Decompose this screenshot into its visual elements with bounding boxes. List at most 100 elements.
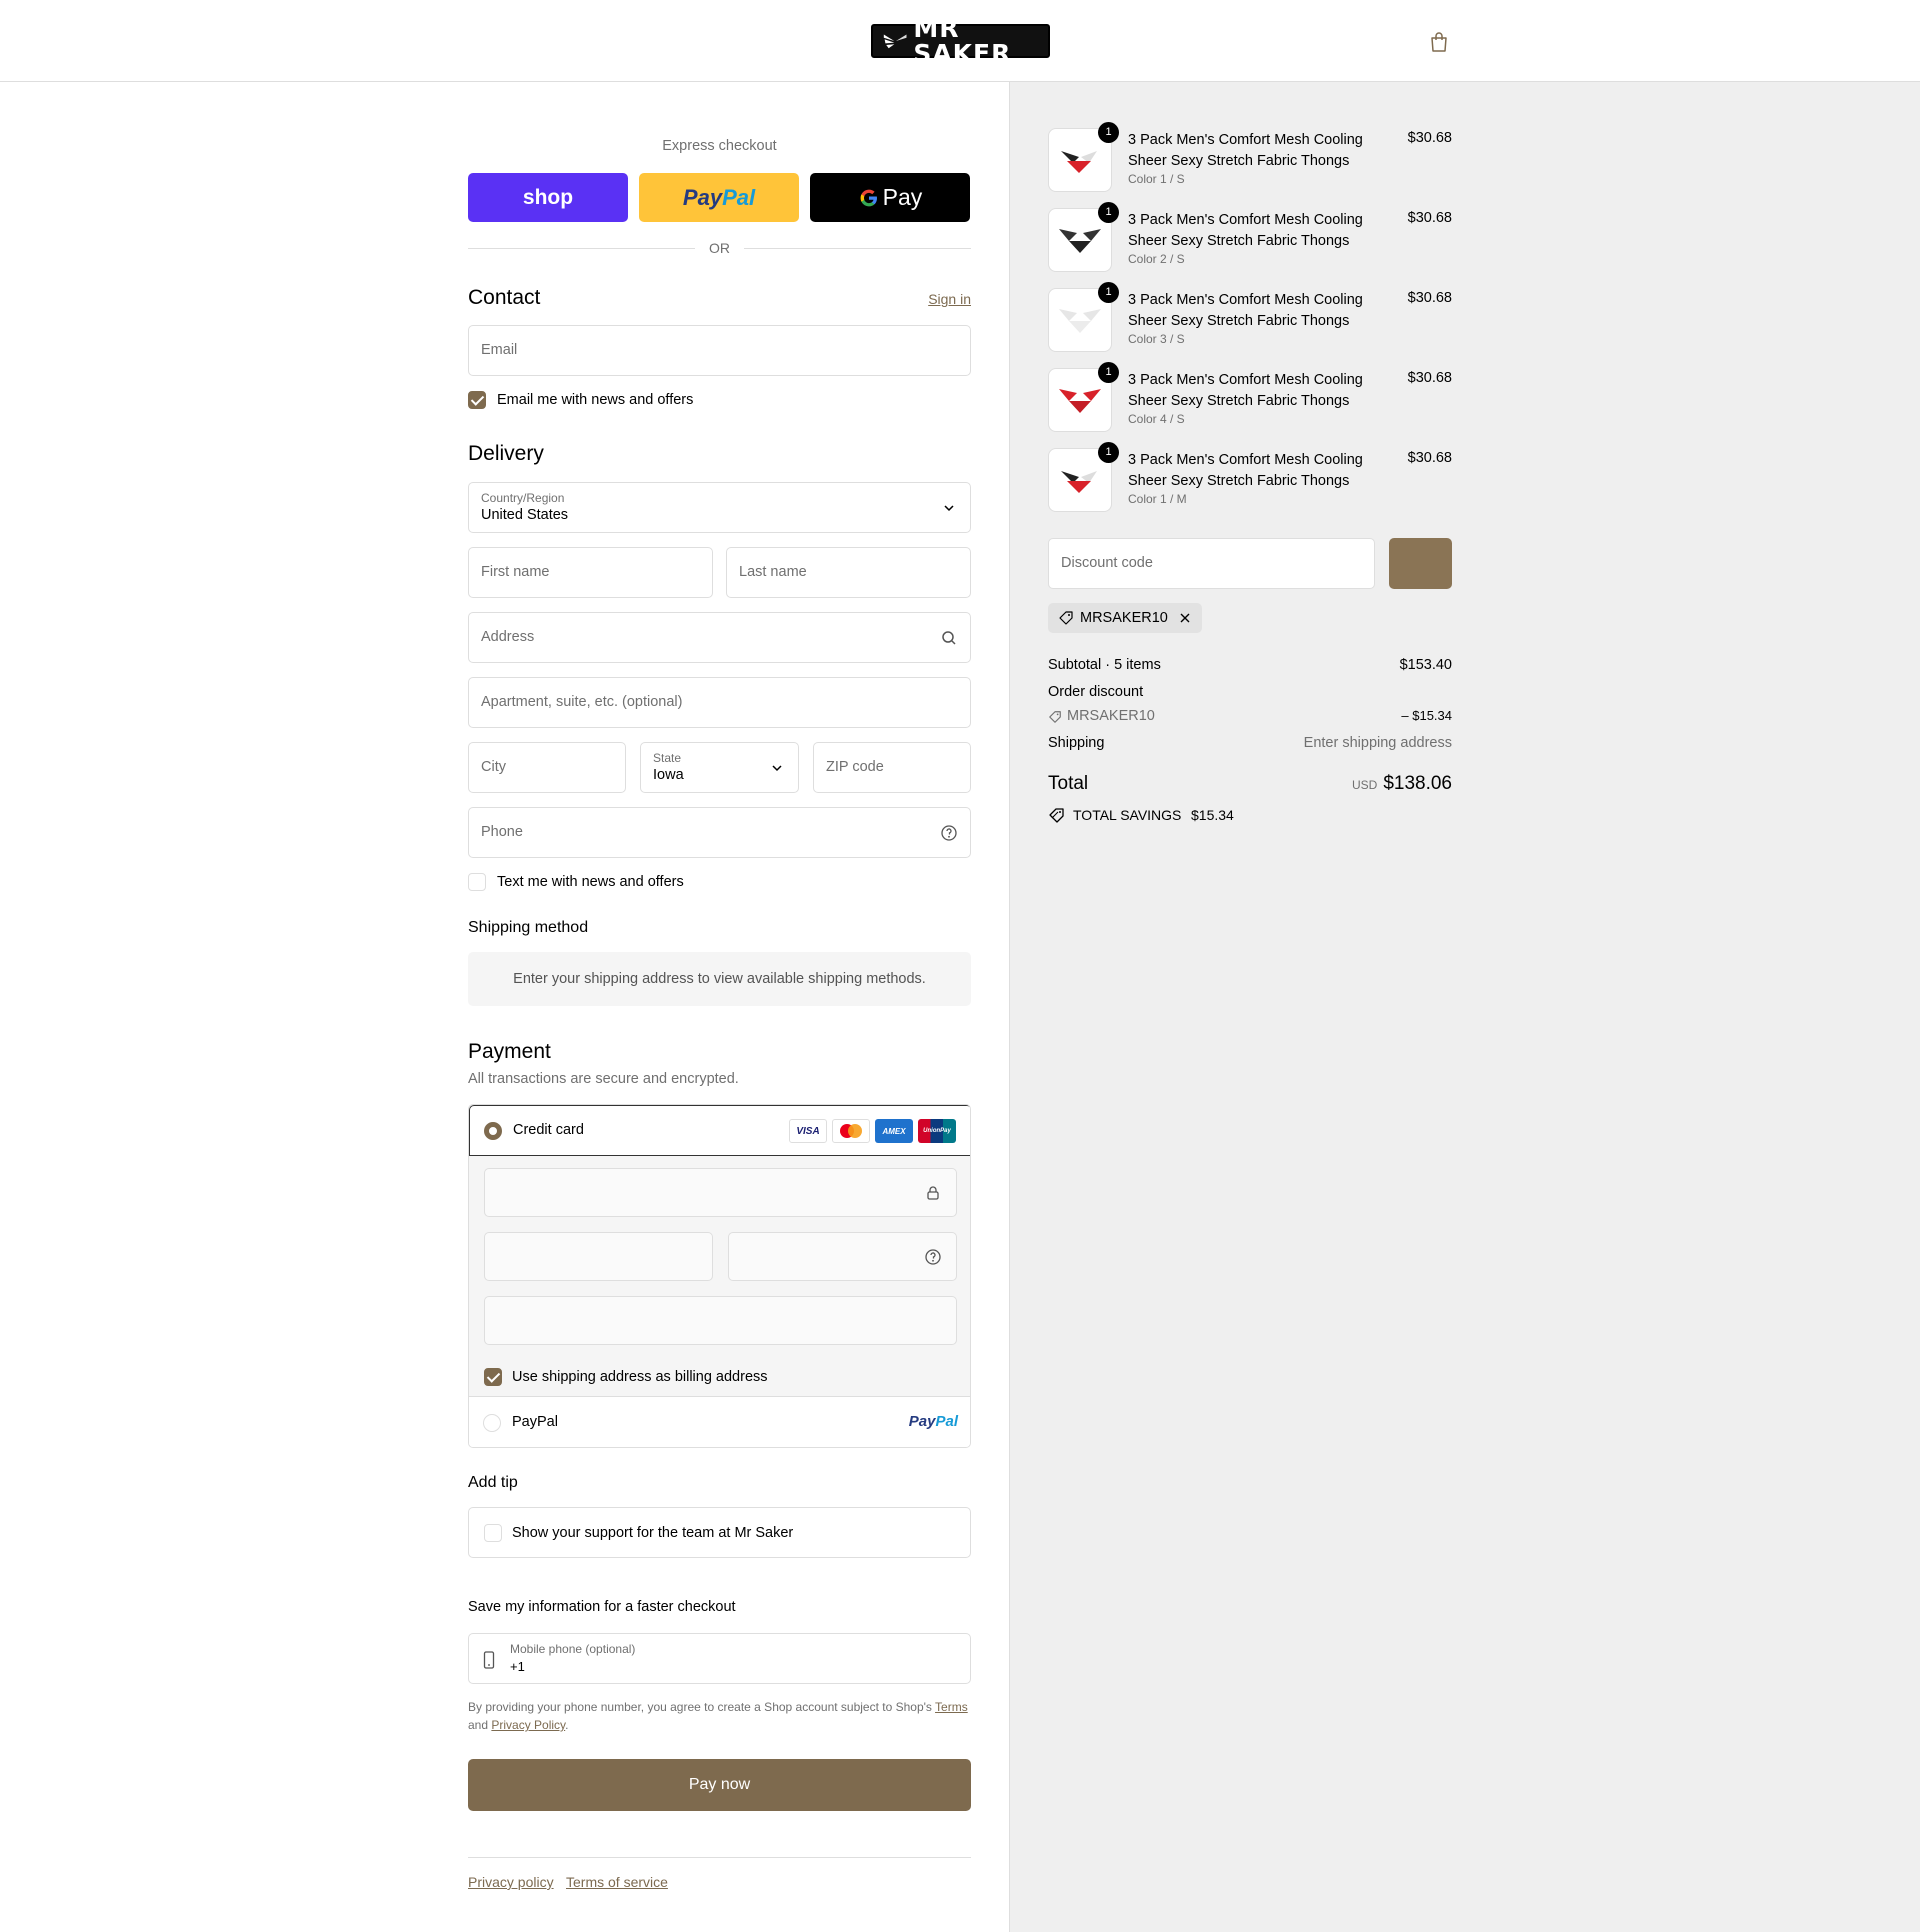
save-info-heading: Save my information for a faster checkou… — [468, 1599, 736, 1615]
name-on-card-field[interactable] — [484, 1296, 957, 1345]
paypal-express-button[interactable]: Pay Pal — [639, 173, 799, 222]
or-label: OR — [709, 240, 730, 256]
phone-field[interactable]: Phone — [468, 807, 971, 858]
shipping-value: Enter shipping address — [1303, 735, 1452, 751]
zip-field[interactable]: ZIP code — [813, 742, 971, 793]
tip-option[interactable]: Show your support for the team at Mr Sak… — [468, 1507, 971, 1558]
item-title: 3 Pack Men's Comfort Mesh Cooling Sheer … — [1128, 452, 1363, 489]
expiration-date-field[interactable] — [484, 1232, 713, 1281]
last-name-placeholder: Last name — [739, 564, 807, 580]
line-item: 1 3 Pack Men's Comfort Mesh Cooling Shee… — [1048, 442, 1452, 512]
lock-icon — [927, 1186, 939, 1200]
tip-label: Show your support for the team at Mr Sak… — [512, 1525, 794, 1541]
sign-in-link[interactable]: Sign in — [928, 291, 971, 307]
credit-card-option[interactable]: Credit card VISA AMEX UnionPay — [469, 1105, 970, 1156]
shipping-method-heading: Shipping method — [468, 919, 589, 936]
country-select[interactable]: Country/Region United States — [468, 482, 971, 533]
subtotal-row: Subtotal · 5 items $153.40 — [1048, 657, 1452, 673]
quantity-badge: 1 — [1098, 202, 1119, 223]
total-row: Total USD $138.06 — [1048, 773, 1452, 803]
item-title: 3 Pack Men's Comfort Mesh Cooling Sheer … — [1128, 132, 1363, 169]
help-circle-icon[interactable] — [940, 824, 958, 842]
privacy-policy-link[interactable]: Privacy policy — [468, 1874, 554, 1890]
paypal-logo-pay: Pay — [682, 184, 723, 210]
paypal-option-label: PayPal — [512, 1414, 558, 1430]
shop-privacy-link[interactable]: Privacy Policy — [491, 1718, 565, 1732]
text-news-label: Text me with news and offers — [497, 874, 684, 890]
delivery-heading: Delivery — [468, 442, 544, 465]
mobile-phone-field[interactable]: Mobile phone (optional) +1 — [468, 1633, 971, 1684]
billing-address-checkbox[interactable] — [484, 1368, 502, 1386]
wing-logo-icon — [883, 34, 907, 49]
item-variant: Color 1 / M — [1128, 492, 1187, 506]
subtotal-value: $153.40 — [1399, 657, 1452, 673]
footer-divider — [468, 1857, 971, 1858]
contact-heading: Contact — [468, 286, 541, 309]
item-price: $30.68 — [1407, 210, 1452, 226]
close-icon[interactable] — [1178, 611, 1192, 625]
apartment-placeholder: Apartment, suite, etc. (optional) — [481, 694, 683, 710]
amex-icon: AMEX — [875, 1119, 913, 1143]
order-discount-label: Order discount — [1048, 684, 1144, 700]
chevron-down-icon — [944, 505, 954, 512]
tip-checkbox[interactable] — [484, 1524, 502, 1542]
applied-discount-chip: MRSAKER10 — [1048, 603, 1202, 633]
text-news-checkbox[interactable] — [468, 873, 486, 891]
google-pay-button[interactable]: Pay — [810, 173, 970, 222]
shipping-row: Shipping Enter shipping address — [1048, 735, 1452, 751]
quantity-badge: 1 — [1098, 362, 1119, 383]
shop-pay-label: shop — [522, 185, 574, 209]
state-select[interactable]: State Iowa — [640, 742, 799, 793]
shopping-bag-icon[interactable] — [1428, 31, 1450, 53]
item-price: $30.68 — [1407, 130, 1452, 146]
shipping-method-notice: Enter your shipping address to view avai… — [468, 952, 971, 1006]
first-name-field[interactable]: First name — [468, 547, 713, 598]
total-value: $138.06 — [1383, 773, 1452, 794]
or-divider: OR — [468, 238, 971, 258]
total-amount: USD $138.06 — [1352, 773, 1452, 795]
shop-terms-link[interactable]: Terms — [935, 1700, 968, 1714]
item-variant: Color 1 / S — [1128, 172, 1185, 186]
address-placeholder: Address — [481, 629, 535, 645]
mobile-phone-icon — [483, 1651, 495, 1669]
line-item: 1 3 Pack Men's Comfort Mesh Cooling Shee… — [1048, 202, 1452, 272]
state-value: Iowa — [653, 767, 684, 783]
total-savings-label: TOTAL SAVINGS — [1073, 807, 1182, 823]
shop-pay-button[interactable]: shop — [468, 173, 628, 222]
subtotal-label: Subtotal · 5 items — [1048, 657, 1161, 673]
pay-now-button[interactable]: Pay now — [468, 1759, 971, 1811]
state-label: State — [653, 751, 682, 765]
item-price: $30.68 — [1407, 290, 1452, 306]
apply-discount-button[interactable] — [1389, 538, 1452, 589]
item-price: $30.68 — [1407, 370, 1452, 386]
discount-code-field[interactable]: Discount code — [1048, 538, 1375, 589]
help-circle-icon[interactable] — [924, 1248, 942, 1266]
credit-card-radio[interactable] — [484, 1122, 502, 1140]
item-variant: Color 4 / S — [1128, 412, 1185, 426]
email-news-checkbox[interactable] — [468, 391, 486, 409]
apartment-field[interactable]: Apartment, suite, etc. (optional) — [468, 677, 971, 728]
security-code-field[interactable] — [728, 1232, 957, 1281]
total-label: Total — [1048, 773, 1089, 794]
brand-logo[interactable]: MR SAKER — [871, 16, 1050, 66]
address-field[interactable]: Address — [468, 612, 971, 663]
paypal-radio[interactable] — [483, 1414, 501, 1432]
card-number-field[interactable] — [484, 1168, 957, 1217]
last-name-field[interactable]: Last name — [726, 547, 971, 598]
mobile-phone-label: Mobile phone (optional) — [510, 1642, 636, 1656]
phone-placeholder: Phone — [481, 824, 523, 840]
paypal-logo-pal: Pal — [722, 184, 756, 210]
line-item: 1 3 Pack Men's Comfort Mesh Cooling Shee… — [1048, 122, 1452, 192]
visa-icon: VISA — [789, 1119, 827, 1143]
paypal-option[interactable]: PayPal PayPal — [469, 1397, 970, 1447]
line-item: 1 3 Pack Men's Comfort Mesh Cooling Shee… — [1048, 362, 1452, 432]
terms-of-service-link[interactable]: Terms of service — [566, 1874, 668, 1890]
city-field[interactable]: City — [468, 742, 626, 793]
discount-amount: – $15.34 — [1401, 708, 1452, 723]
item-price: $30.68 — [1407, 450, 1452, 466]
express-checkout-label: Express checkout — [662, 138, 777, 154]
item-variant: Color 3 / S — [1128, 332, 1185, 346]
item-title: 3 Pack Men's Comfort Mesh Cooling Sheer … — [1128, 212, 1363, 249]
shop-legal-text: By providing your phone number, you agre… — [468, 1700, 968, 1732]
email-field[interactable]: Email — [468, 325, 971, 376]
